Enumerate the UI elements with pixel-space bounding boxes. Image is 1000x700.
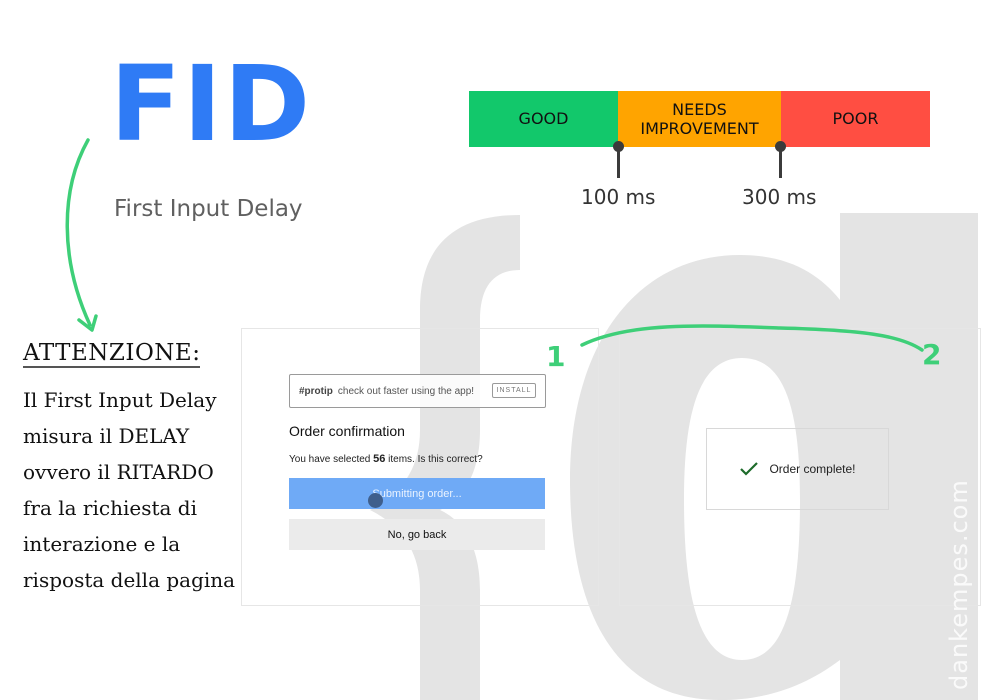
- attention-title: ATTENZIONE:: [23, 340, 201, 369]
- question-suffix: items. Is this correct?: [385, 454, 483, 465]
- question-prefix: You have selected: [289, 454, 374, 465]
- order-heading: Order confirmation: [289, 423, 405, 439]
- marker-label-100: 100 ms: [581, 185, 656, 209]
- segment-needs-improvement: NEEDS IMPROVEMENT: [618, 91, 781, 147]
- watermark: dankempes.com: [945, 479, 973, 690]
- attention-body: Il First Input Delay misura il DELAY ovv…: [23, 382, 243, 598]
- segment-good: GOOD: [469, 91, 618, 147]
- note-line: Il First Input Delay: [23, 388, 217, 412]
- fid-title: FID: [110, 43, 313, 165]
- note-line: fra la richiesta di: [23, 496, 197, 520]
- note-line: ovvero il RITARDO: [23, 460, 214, 484]
- note-line: interazione e la: [23, 532, 181, 556]
- fid-subtitle: First Input Delay: [114, 196, 303, 222]
- marker-label-300: 300 ms: [742, 185, 817, 209]
- submit-order-button[interactable]: Submitting order...: [289, 478, 545, 509]
- protip-banner: #protip check out faster using the app! …: [289, 374, 546, 408]
- protip-tag: #protip: [299, 385, 333, 397]
- note-line: misura il DELAY: [23, 424, 190, 448]
- protip-text: check out faster using the app!: [337, 385, 475, 397]
- click-indicator: [368, 493, 383, 508]
- segment-poor: POOR: [781, 91, 930, 147]
- marker-line-100: [617, 148, 620, 178]
- threshold-bar: GOOD NEEDS IMPROVEMENT POOR: [469, 91, 930, 147]
- note-line: risposta della pagina: [23, 568, 236, 592]
- order-question: You have selected 56 items. Is this corr…: [289, 453, 483, 465]
- screen-1-panel: [241, 328, 599, 606]
- marker-line-300: [779, 148, 782, 178]
- checkmark-icon: [740, 462, 759, 476]
- order-complete-text: Order complete!: [769, 462, 856, 476]
- go-back-button[interactable]: No, go back: [289, 519, 545, 550]
- order-complete-box: Order complete!: [706, 428, 889, 510]
- segment-needs-improvement-label: NEEDS IMPROVEMENT: [640, 99, 759, 138]
- install-button[interactable]: INSTALL: [492, 383, 536, 398]
- item-count: 56: [373, 453, 386, 465]
